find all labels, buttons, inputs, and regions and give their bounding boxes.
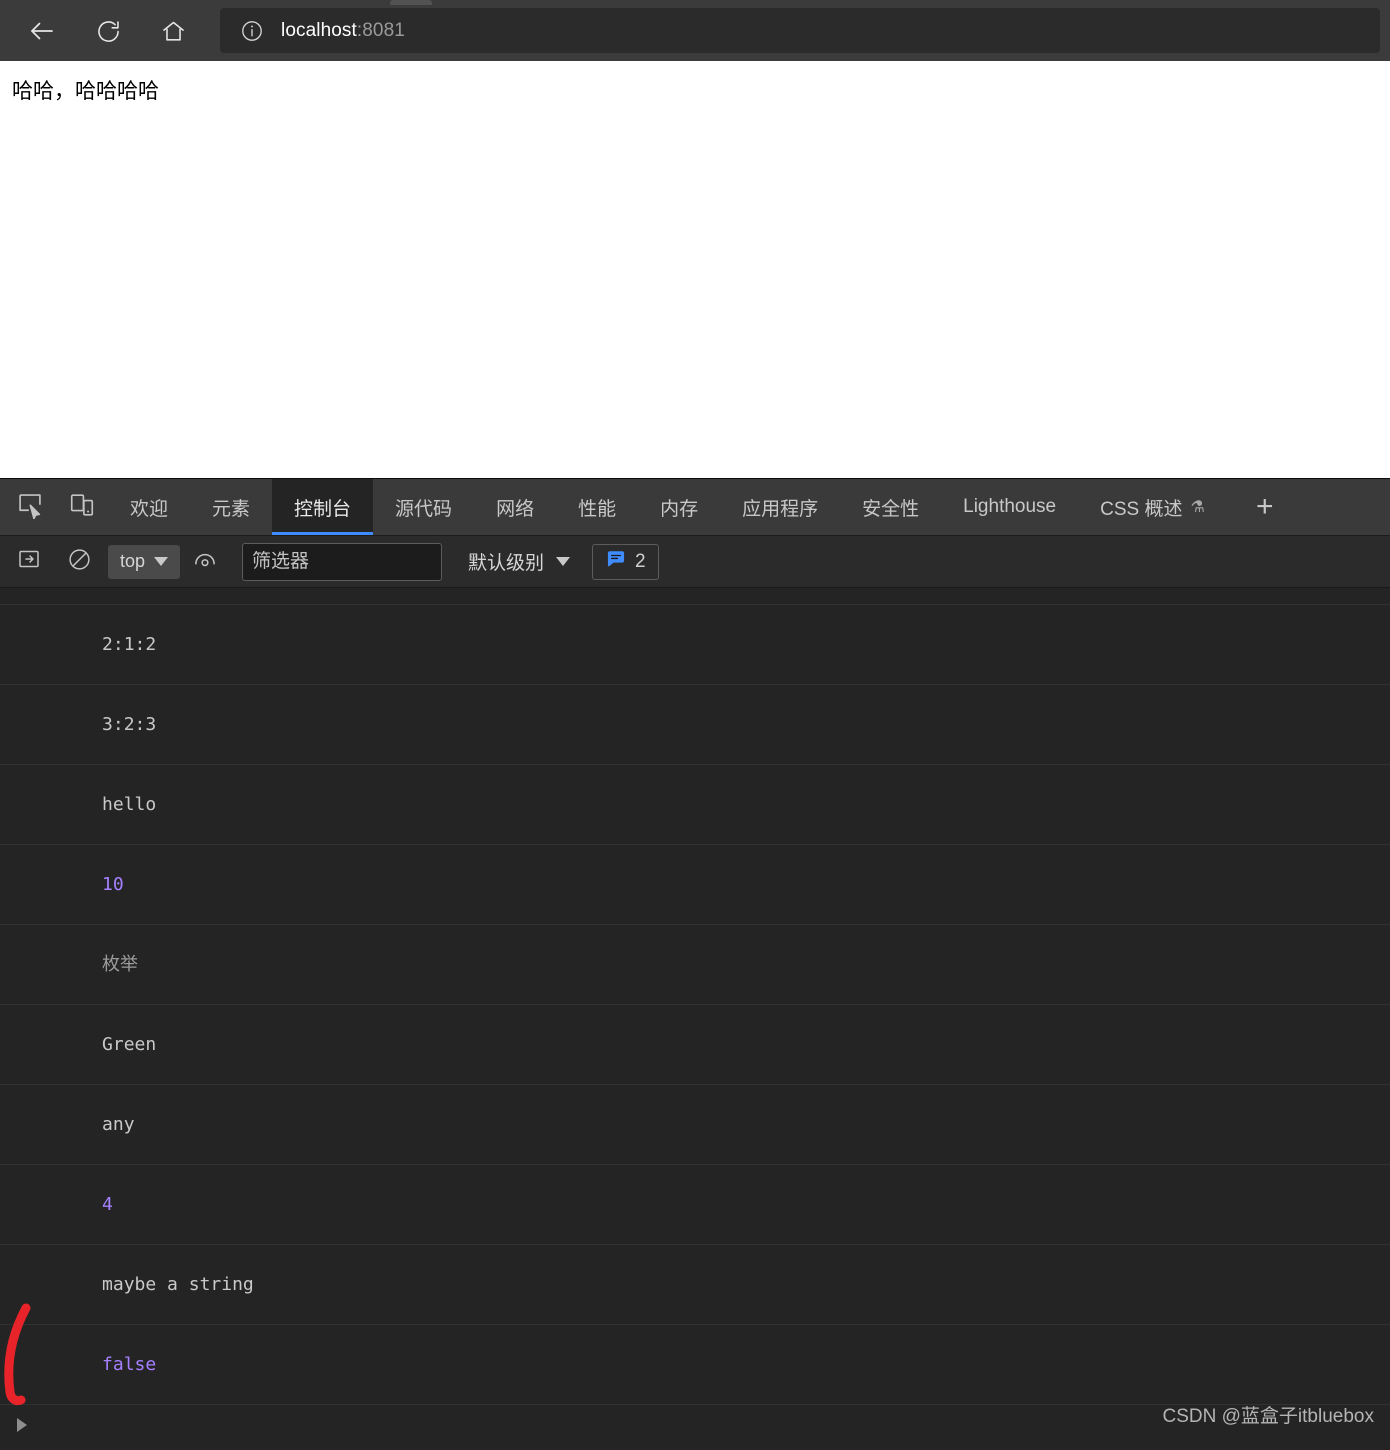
console-row[interactable]: hello [0, 765, 1390, 845]
inspect-element-icon [16, 491, 44, 524]
console-row-text: 10 [102, 874, 124, 895]
tab-network[interactable]: 网络 [474, 479, 556, 535]
chevron-down-icon [556, 557, 571, 566]
live-expression-button[interactable] [180, 536, 230, 588]
devtools-panel: 欢迎 元素 控制台 源代码 网络 性能 内存 应用程序 安全性 Lighthou… [0, 478, 1390, 1450]
add-panel-button[interactable]: + [1237, 479, 1293, 535]
console-row-text: 3:2:3 [102, 714, 157, 735]
address-bar-text: localhost:8081 [281, 20, 405, 42]
console-row[interactable]: 1:0:1 [0, 588, 1390, 605]
console-sidebar-toggle-button[interactable] [4, 536, 54, 588]
watermark: CSDN @蓝盒子itbluebox [1162, 1406, 1374, 1427]
console-row-text: 4 [102, 1194, 113, 1215]
tab-elements[interactable]: 元素 [190, 479, 272, 535]
back-button[interactable] [20, 9, 64, 53]
arrow-left-icon [27, 16, 57, 46]
tab-sources[interactable]: 源代码 [373, 479, 474, 535]
console-row[interactable]: 2:1:2 [0, 605, 1390, 685]
tab-performance[interactable]: 性能 [556, 479, 638, 535]
tab-label: 控制台 [294, 498, 352, 520]
clear-console-button[interactable] [54, 536, 104, 588]
tab-lighthouse[interactable]: Lighthouse [941, 479, 1078, 535]
message-count-value: 2 [635, 550, 646, 572]
context-label: top [120, 551, 146, 571]
reload-icon [95, 18, 122, 45]
console-toolbar: top 默认级别 2 [0, 536, 1390, 588]
log-level-label: 默认级别 [468, 553, 545, 574]
tab-console[interactable]: 控制台 [272, 479, 374, 535]
inspect-element-button[interactable] [4, 479, 56, 535]
console-row-text: Green [102, 1034, 157, 1055]
tab-label: 安全性 [862, 498, 920, 520]
console-row[interactable]: 10 [0, 845, 1390, 925]
log-level-selector[interactable]: 默认级别 [468, 548, 571, 575]
disclosure-triangle-icon[interactable] [17, 1418, 27, 1432]
home-icon [160, 18, 187, 45]
tab-label: 元素 [212, 498, 251, 520]
console-row-text: any [102, 1114, 135, 1135]
tab-security[interactable]: 安全性 [840, 479, 941, 535]
tab-label: 源代码 [395, 498, 453, 520]
console-row[interactable]: 枚举 [0, 925, 1390, 1005]
console-row[interactable]: 3:2:3 [0, 685, 1390, 765]
clear-console-icon [67, 547, 92, 577]
console-row[interactable]: maybe a string [0, 1245, 1390, 1325]
devtools-tab-bar: 欢迎 元素 控制台 源代码 网络 性能 内存 应用程序 安全性 Lighthou… [0, 479, 1390, 536]
console-row-text: 枚举 [102, 954, 139, 975]
tab-label: 内存 [660, 498, 699, 520]
console-row-text: 2:1:2 [102, 634, 157, 655]
tab-label: 性能 [578, 498, 617, 520]
tab-label: Lighthouse [963, 496, 1057, 517]
device-toolbar-button[interactable] [56, 479, 108, 535]
chevron-down-icon [154, 557, 169, 566]
sidebar-toggle-icon [17, 547, 41, 576]
eye-icon [192, 546, 218, 577]
plus-icon: + [1256, 490, 1274, 523]
tab-label: CSS 概述 [1100, 498, 1183, 520]
tab-welcome[interactable]: 欢迎 [108, 479, 190, 535]
console-row[interactable]: any [0, 1085, 1390, 1165]
experiment-flask-icon: ⚗ [1190, 499, 1205, 516]
tab-label: 网络 [496, 498, 535, 520]
device-toolbar-icon [68, 491, 96, 524]
console-row-text: maybe a string [102, 1274, 254, 1295]
console-output[interactable]: 1:0:1 2:1:2 3:2:3 hello 10 枚举 Green any … [0, 588, 1390, 1446]
browser-tab-strip[interactable] [390, 0, 432, 5]
speech-bubble-icon [605, 548, 627, 575]
console-row[interactable]: 4 [0, 1165, 1390, 1245]
home-button[interactable] [151, 9, 195, 53]
console-row-text: hello [102, 794, 157, 815]
tab-label: 欢迎 [130, 498, 169, 520]
url-port: :8081 [356, 19, 405, 41]
page-viewport: 哈哈，哈哈哈哈 [0, 61, 1390, 478]
info-circle-icon[interactable] [240, 19, 264, 43]
browser-chrome: localhost:8081 [0, 0, 1390, 61]
console-filter-input[interactable] [242, 542, 443, 581]
tab-css-overview[interactable]: CSS 概述 ⚗ [1078, 479, 1227, 535]
console-row-text: false [102, 1354, 157, 1375]
message-count-badge[interactable]: 2 [592, 543, 659, 580]
console-row[interactable]: Green [0, 1005, 1390, 1085]
address-bar[interactable]: localhost:8081 [220, 8, 1380, 53]
page-heading: 哈哈，哈哈哈哈 [12, 80, 159, 103]
execution-context-selector[interactable]: top [108, 544, 181, 579]
url-host: localhost [281, 19, 357, 41]
reload-button[interactable] [86, 9, 130, 53]
tab-application[interactable]: 应用程序 [720, 479, 840, 535]
tab-memory[interactable]: 内存 [638, 479, 720, 535]
tab-label: 应用程序 [742, 498, 819, 520]
console-row[interactable]: false [0, 1325, 1390, 1405]
